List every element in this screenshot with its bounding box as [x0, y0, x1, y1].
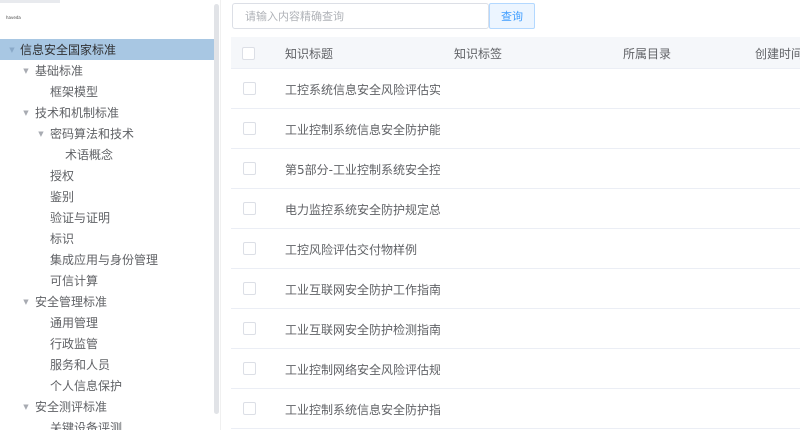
- knowledge-title-cell[interactable]: 电力监控系统安全防护规定总体方案: [285, 189, 440, 229]
- caret-down-icon[interactable]: ▼: [7, 45, 17, 55]
- tree-node-label: 术语概念: [65, 148, 114, 162]
- tree-node[interactable]: ▼ 信息安全国家标准: [0, 39, 219, 60]
- caret-down-icon[interactable]: ▼: [21, 402, 31, 412]
- tree-node-label: 行政监管: [50, 337, 99, 351]
- knowledge-title-cell[interactable]: 第5部分-工业控制系统安全控制应用: [285, 149, 440, 189]
- knowledge-title-cell[interactable]: 工业互联网安全防护检测指南说明: [285, 309, 440, 349]
- table-header: 知识标题 知识标签 所属目录 创建时间: [231, 37, 800, 69]
- tree-node[interactable]: ▼行政监管: [0, 333, 219, 354]
- tree-node-label: 密码算法和技术: [50, 127, 135, 141]
- panel-divider: [220, 0, 221, 430]
- tree-node-label: 个人信息保护: [50, 379, 123, 393]
- tab-strip: [0, 0, 60, 3]
- table-row[interactable]: 电力监控系统安全防护规定总体方案: [231, 189, 800, 229]
- tree-node[interactable]: ▼集成应用与身份管理: [0, 249, 219, 270]
- row-checkbox[interactable]: [243, 82, 256, 95]
- row-checkbox[interactable]: [243, 122, 256, 135]
- tree-node[interactable]: ▼通用管理: [0, 312, 219, 333]
- tree-node[interactable]: ▼个人信息保护: [0, 375, 219, 396]
- search-button[interactable]: 查询: [489, 3, 535, 29]
- tree-node-label: 授权: [50, 169, 75, 183]
- tree-node[interactable]: ▼ 安全测评标准: [0, 396, 219, 417]
- tree-scrollbar[interactable]: [214, 4, 219, 414]
- table-row[interactable]: 工业互联网安全防护检测指南说明: [231, 309, 800, 349]
- row-checkbox[interactable]: [243, 322, 256, 335]
- logo: haveda: [6, 15, 21, 20]
- caret-down-icon[interactable]: ▼: [21, 108, 31, 118]
- column-header-created-time: 创建时间: [755, 46, 800, 61]
- tree-node[interactable]: ▼服务和人员: [0, 354, 219, 375]
- tree-node-label: 集成应用与身份管理: [50, 253, 159, 267]
- tree-node-label: 验证与证明: [50, 211, 111, 225]
- knowledge-table: 知识标题 知识标签 所属目录 创建时间 工控系统信息安全风险评估实施指南工业控制…: [231, 37, 800, 430]
- select-all-checkbox[interactable]: [242, 47, 255, 60]
- row-checkbox[interactable]: [243, 282, 256, 295]
- tree-node[interactable]: ▼鉴别: [0, 186, 219, 207]
- tree-node[interactable]: ▼ 技术和机制标准: [0, 102, 219, 123]
- tree-node[interactable]: ▼验证与证明: [0, 207, 219, 228]
- tree-node-label: 鉴别: [50, 190, 75, 204]
- tree-node-label: 安全测评标准: [35, 400, 108, 414]
- knowledge-title-cell[interactable]: 工控风险评估交付物样例: [285, 229, 440, 269]
- tree-node[interactable]: ▼ 密码算法和技术: [0, 123, 219, 144]
- tree-panel: haveda ▼信息安全国家标准▼基础标准▼框架模型▼技术和机制标准▼密码算法和…: [0, 0, 220, 430]
- tree-node[interactable]: ▼授权: [0, 165, 219, 186]
- caret-down-icon[interactable]: ▼: [21, 297, 31, 307]
- knowledge-title-cell[interactable]: 工业互联网安全防护工作指南详解: [285, 269, 440, 309]
- column-header-title: 知识标题: [285, 46, 334, 61]
- tree-node[interactable]: ▼ 基础标准: [0, 60, 219, 81]
- row-checkbox[interactable]: [243, 242, 256, 255]
- tree-node[interactable]: ▼ 安全管理标准: [0, 291, 219, 312]
- tree-node-label: 基础标准: [35, 64, 84, 78]
- tree-node[interactable]: ▼可信计算: [0, 270, 219, 291]
- tree-node[interactable]: ▼关键设备评测: [0, 417, 219, 430]
- row-checkbox[interactable]: [243, 362, 256, 375]
- tree-node-label: 信息安全国家标准: [20, 43, 117, 57]
- row-checkbox[interactable]: [243, 162, 256, 175]
- table-row[interactable]: 工控系统信息安全风险评估实施指南: [231, 69, 800, 109]
- caret-down-icon[interactable]: ▼: [36, 129, 46, 139]
- tree-node-label: 可信计算: [50, 274, 99, 288]
- table-row[interactable]: 第5部分-工业控制系统安全控制应用: [231, 149, 800, 189]
- table-row[interactable]: 工业互联网安全防护工作指南详解: [231, 269, 800, 309]
- table-row[interactable]: 工业控制系统信息安全防护能力评价: [231, 109, 800, 149]
- tree-node[interactable]: ▼术语概念: [0, 144, 219, 165]
- table-row[interactable]: 工业控制系统信息安全防护指南细则: [231, 389, 800, 429]
- row-checkbox[interactable]: [243, 402, 256, 415]
- tree-node[interactable]: ▼标识: [0, 228, 219, 249]
- knowledge-title-cell[interactable]: 工业控制网络安全风险评估规范说明: [285, 349, 440, 389]
- tree-node-label: 关键设备评测: [50, 421, 123, 430]
- column-header-directory: 所属目录: [623, 46, 672, 61]
- tree-node[interactable]: ▼框架模型: [0, 81, 219, 102]
- tree-node-label: 通用管理: [50, 316, 99, 330]
- table-row[interactable]: 工业控制网络安全风险评估规范说明: [231, 349, 800, 389]
- knowledge-title-cell[interactable]: 工业控制系统信息安全防护能力评价: [285, 109, 440, 149]
- row-checkbox[interactable]: [243, 202, 256, 215]
- knowledge-title-cell[interactable]: 工业控制系统信息安全防护指南细则: [285, 389, 440, 429]
- table-row[interactable]: 工控风险评估交付物样例: [231, 229, 800, 269]
- column-header-tags: 知识标签: [454, 46, 503, 61]
- tree-node-label: 标识: [50, 232, 75, 246]
- search-input[interactable]: 请输入内容精确查询: [232, 3, 489, 29]
- caret-down-icon[interactable]: ▼: [21, 66, 31, 76]
- tree-node-label: 安全管理标准: [35, 295, 108, 309]
- knowledge-title-cell[interactable]: 工控系统信息安全风险评估实施指南: [285, 69, 440, 109]
- tree-node-label: 框架模型: [50, 85, 99, 99]
- tree-node-label: 技术和机制标准: [35, 106, 120, 120]
- tree-node-label: 服务和人员: [50, 358, 111, 372]
